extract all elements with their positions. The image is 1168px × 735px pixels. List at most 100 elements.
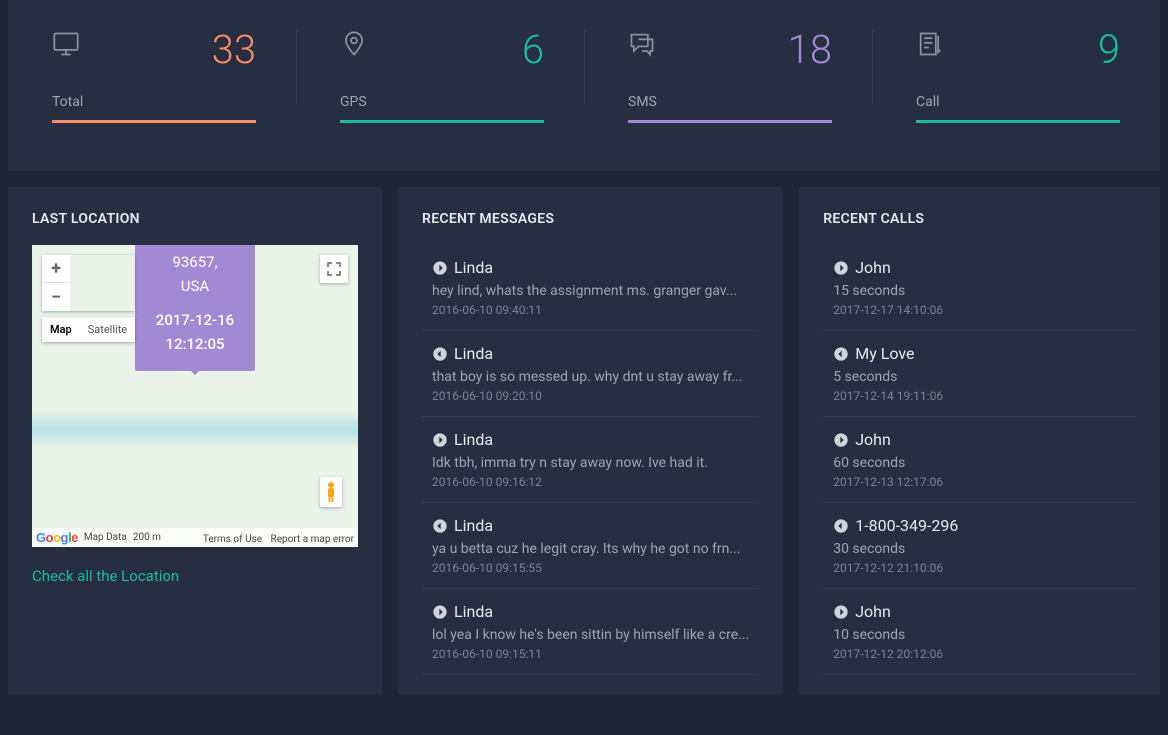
list-item-time: 2017-12-17 14:10:06 — [833, 303, 1126, 317]
monitor-icon — [52, 30, 80, 58]
list-item-time: 2016-06-10 09:15:55 — [432, 561, 749, 575]
arrow-right-circle-icon — [432, 604, 448, 620]
map-pin-icon — [340, 30, 368, 58]
stat-card-call[interactable]: 9 Call — [872, 30, 1160, 123]
list-item-name: 1-800-349-296 — [855, 516, 958, 535]
map-attribution: Google Map Data 200 m Terms of Use Repor… — [32, 528, 358, 547]
map-type-toggle: Map Satellite — [42, 317, 135, 342]
fullscreen-icon — [327, 262, 341, 276]
list-item-time: 2016-06-10 09:15:11 — [432, 647, 749, 661]
list-item-time: 2016-06-10 09:40:11 — [432, 303, 749, 317]
list-item-time: 2017-12-14 19:11:06 — [833, 389, 1126, 403]
panel-title-recent-messages: RECENT MESSAGES — [422, 211, 759, 227]
list-item-time: 2017-12-12 20:12:06 — [833, 647, 1126, 661]
list-item-time: 2016-06-10 09:20:10 — [432, 389, 749, 403]
list-item-time: 2017-12-13 12:17:06 — [833, 475, 1126, 489]
arrow-right-circle-icon — [432, 260, 448, 276]
list-item-name: Linda — [454, 516, 493, 535]
stat-underline-sms — [628, 120, 832, 123]
stat-card-sms[interactable]: 18 SMS — [584, 30, 872, 123]
panel-title-recent-calls: RECENT CALLS — [823, 211, 1136, 227]
check-all-location-link[interactable]: Check all the Location — [32, 567, 179, 585]
stat-underline-gps — [340, 120, 544, 123]
pegman-handle[interactable] — [320, 477, 342, 507]
list-item[interactable]: John 15 seconds 2017-12-17 14:10:06 — [823, 245, 1136, 331]
list-item-header: John — [833, 430, 1126, 449]
stat-value-total: 33 — [212, 30, 256, 70]
map-scale: 200 m — [133, 532, 161, 543]
list-item-header: Linda — [432, 344, 749, 363]
arrow-right-circle-icon — [833, 260, 849, 276]
list-item-name: My Love — [855, 344, 914, 363]
map-type-map[interactable]: Map — [42, 317, 80, 342]
stat-label-gps: GPS — [340, 94, 544, 110]
google-logo: Google — [36, 530, 78, 545]
list-item-body: Idk tbh, imma try n stay away now. Ive h… — [432, 455, 749, 471]
panel-title-last-location: LAST LOCATION — [32, 211, 358, 227]
list-item-name: Linda — [454, 344, 493, 363]
list-item-name: Linda — [454, 602, 493, 621]
list-item-body: 5 seconds — [833, 369, 1126, 385]
stat-value-call: 9 — [1098, 30, 1120, 70]
list-item-name: John — [855, 602, 891, 621]
panel-last-location: LAST LOCATION 93657, USA 2017-12-16 12:1… — [8, 187, 382, 695]
list-item-header: My Love — [833, 344, 1126, 363]
list-item-header: John — [833, 258, 1126, 277]
arrow-left-circle-icon — [432, 346, 448, 362]
stat-card-total[interactable]: 33 Total — [8, 30, 296, 123]
list-item-name: Linda — [454, 430, 493, 449]
notes-icon — [916, 30, 944, 58]
list-item[interactable]: Lindathat boy is so messed up. why dnt u… — [422, 331, 759, 417]
message-icon — [628, 30, 656, 58]
list-item[interactable]: John 60 seconds 2017-12-13 12:17:06 — [823, 417, 1136, 503]
stat-value-gps: 6 — [522, 30, 544, 70]
fullscreen-button[interactable] — [320, 255, 348, 283]
list-item-header: Linda — [432, 258, 749, 277]
arrow-right-circle-icon — [833, 432, 849, 448]
list-item-body: ya u betta cuz he legit cray. Its why he… — [432, 541, 749, 557]
zoom-in-button[interactable]: + — [42, 255, 70, 283]
list-item-header: John — [833, 602, 1126, 621]
panel-recent-calls: RECENT CALLS John 15 seconds 2017-12-17 14… — [799, 187, 1160, 695]
arrow-left-circle-icon — [833, 346, 849, 362]
pegman-icon — [324, 481, 338, 503]
list-item[interactable]: Linda Idk tbh, imma try n stay away now. … — [422, 417, 759, 503]
list-item-name: Linda — [454, 258, 493, 277]
stat-value-sms: 18 — [788, 30, 832, 70]
stat-label-call: Call — [916, 94, 1120, 110]
map-info-bubble: 93657, USA 2017-12-16 12:12:05 — [135, 245, 255, 371]
map[interactable]: 93657, USA 2017-12-16 12:12:05 + − Map S… — [32, 245, 358, 547]
list-item-header: Linda — [432, 516, 749, 535]
stat-card-gps[interactable]: 6 GPS — [296, 30, 584, 123]
arrow-right-circle-icon — [432, 432, 448, 448]
list-item-time: 2016-06-10 09:16:12 — [432, 475, 749, 489]
report-error-link[interactable]: Report a map error — [271, 534, 354, 545]
terms-link[interactable]: Terms of Use — [203, 534, 262, 545]
map-data-link[interactable]: Map Data — [84, 532, 127, 543]
stat-underline-call — [916, 120, 1120, 123]
list-item-header: 1-800-349-296 — [833, 516, 1126, 535]
list-item[interactable]: 1-800-349-29630 seconds2017-12-12 21:10:… — [823, 503, 1136, 589]
list-item-body: 10 seconds — [833, 627, 1126, 643]
list-item[interactable]: Linda ya u betta cuz he legit cray. Its w… — [422, 503, 759, 589]
map-type-satellite[interactable]: Satellite — [80, 317, 135, 342]
list-item[interactable]: Linda lol yea I know he's been sittin by … — [422, 589, 759, 675]
list-item-time: 2017-12-12 21:10:06 — [833, 561, 1126, 575]
stats-bar: 33 Total 6 GPS 18 SMS 9 Call — [8, 0, 1160, 171]
list-item-name: John — [855, 258, 891, 277]
zoom-controls: + − — [42, 255, 135, 311]
calls-list: John 15 seconds 2017-12-17 14:10:06 My Love… — [823, 245, 1136, 675]
list-item[interactable]: John 10 seconds 2017-12-12 20:12:06 — [823, 589, 1136, 675]
list-item-body: 60 seconds — [833, 455, 1126, 471]
zoom-out-button[interactable]: − — [42, 283, 70, 311]
stat-underline-total — [52, 120, 256, 123]
list-item[interactable]: My Love 5 seconds 2017-12-14 19:11:06 — [823, 331, 1136, 417]
list-item-body: 15 seconds — [833, 283, 1126, 299]
stat-label-total: Total — [52, 94, 256, 110]
arrow-left-circle-icon — [833, 518, 849, 534]
arrow-right-circle-icon — [833, 604, 849, 620]
list-item-header: Linda — [432, 602, 749, 621]
list-item[interactable]: Lindahey lind, whats the assignment ms. … — [422, 245, 759, 331]
list-item-body: lol yea I know he's been sittin by himse… — [432, 627, 749, 643]
list-item-name: John — [855, 430, 891, 449]
